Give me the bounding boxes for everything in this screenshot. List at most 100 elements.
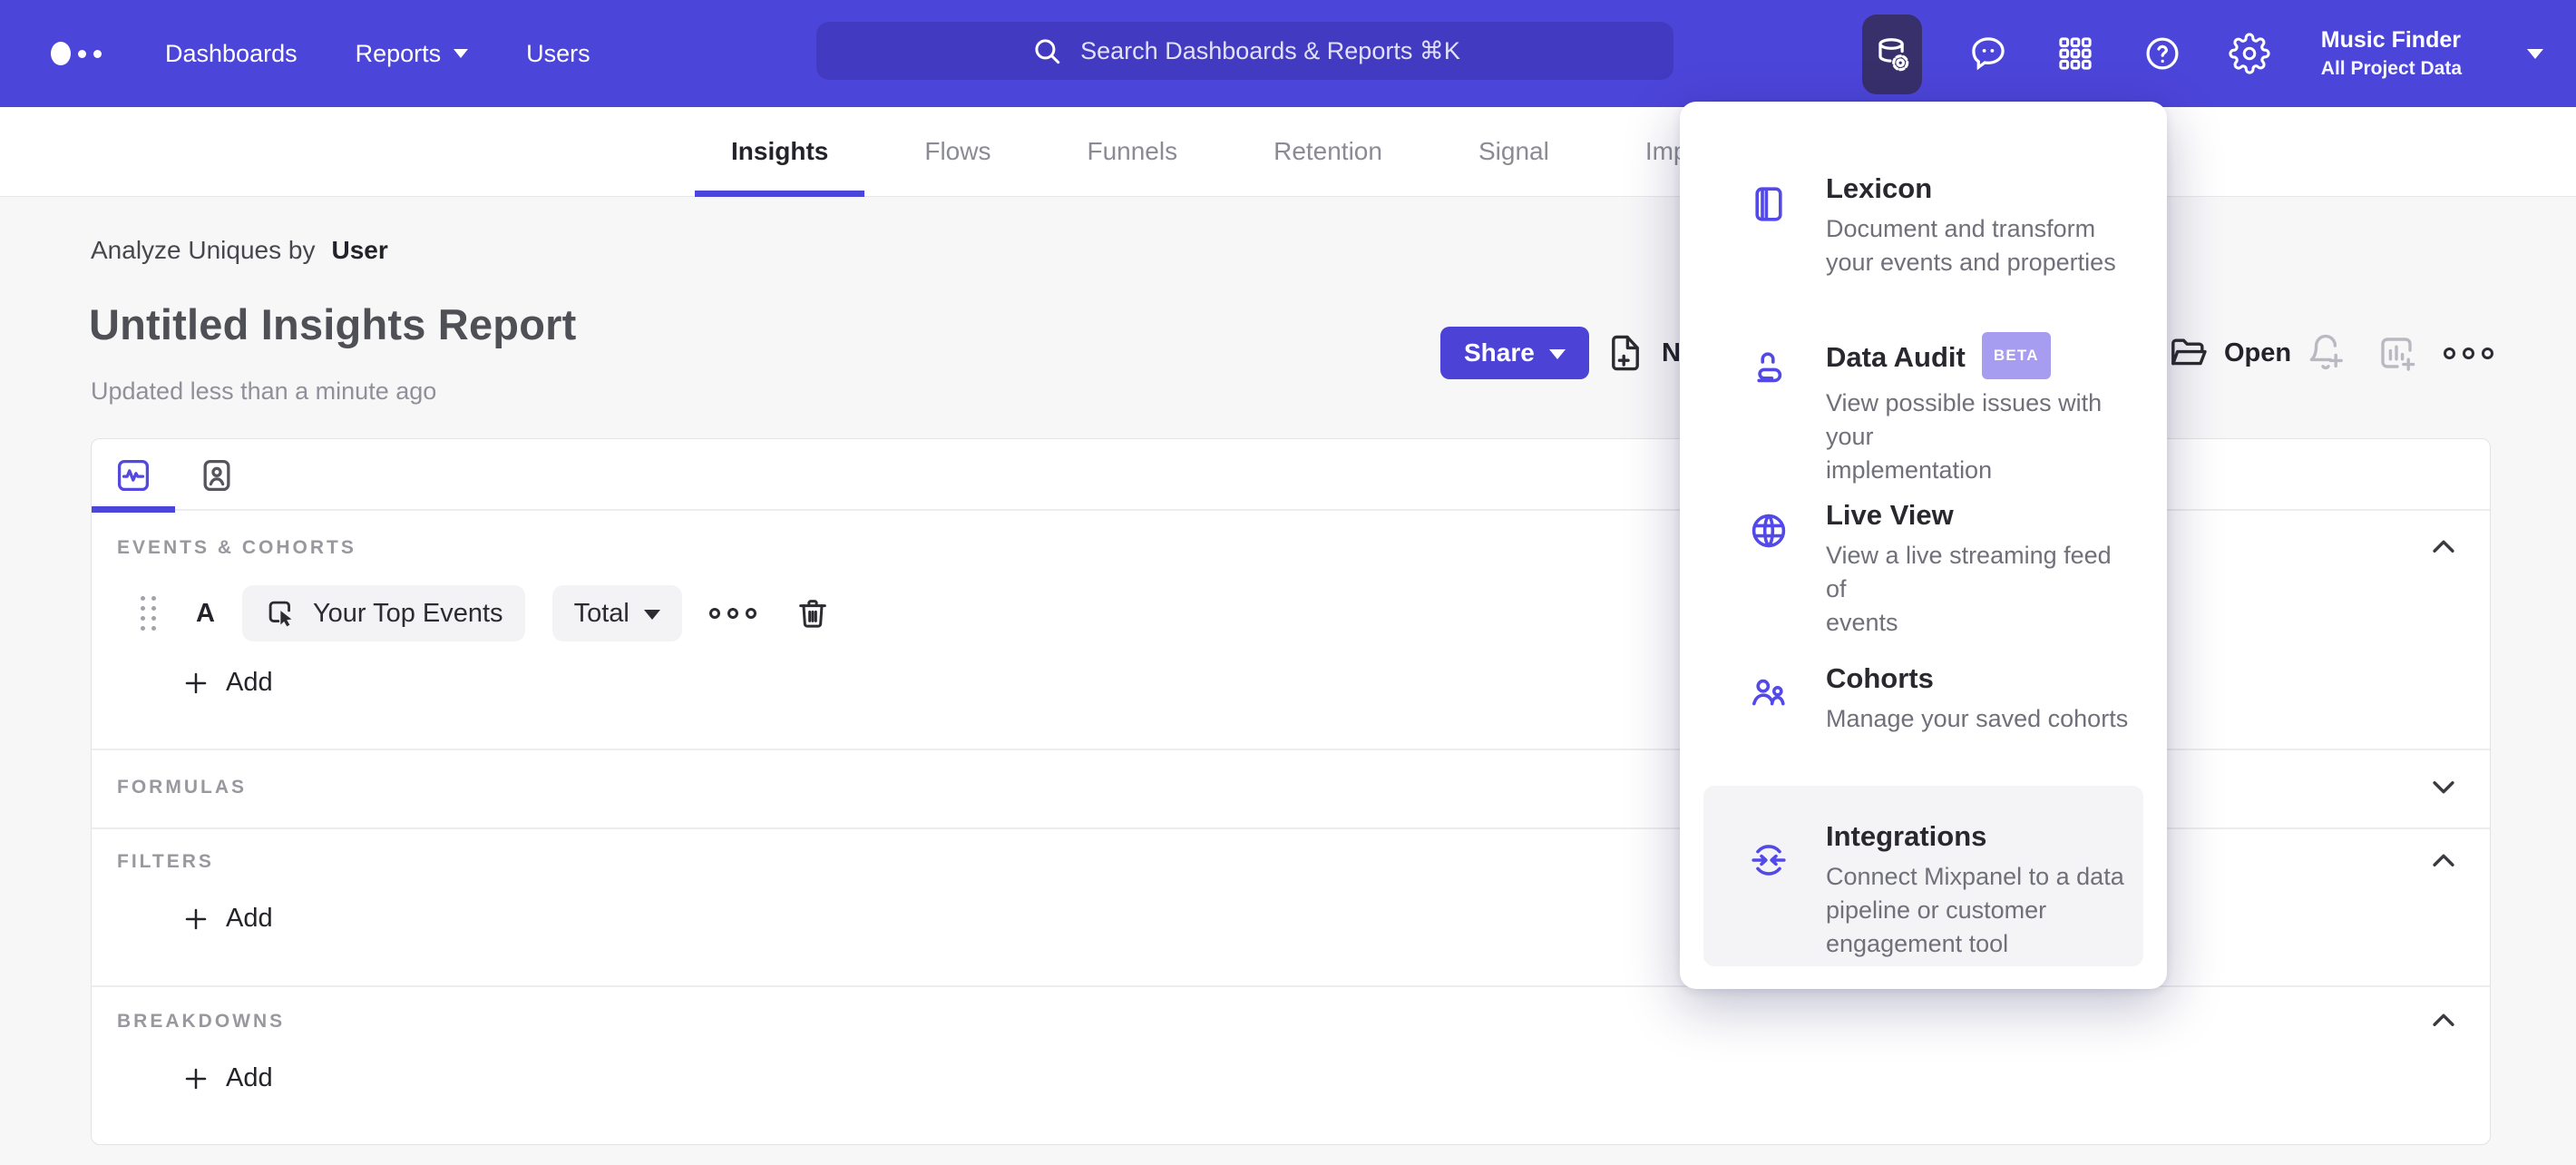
tab-insights[interactable]: Insights — [694, 107, 865, 197]
menu-item-desc: Connect Mixpanel to a data pipeline or c… — [1826, 863, 2124, 957]
bell-plus-icon — [2309, 334, 2343, 370]
beta-badge: BETA — [1981, 332, 2051, 379]
menu-item-data-audit[interactable]: Data Audit BETA View possible issues wit… — [1703, 323, 2143, 484]
open-label: Open — [2224, 338, 2292, 367]
pulse-chart-icon — [117, 459, 150, 491]
chevron-down-icon — [1548, 349, 1566, 359]
open-report-button[interactable]: Open — [2166, 327, 2291, 379]
tab-flows[interactable]: Flows — [919, 107, 996, 197]
chevron-down-icon — [643, 610, 660, 620]
menu-item-desc: Manage your saved cohorts — [1826, 705, 2129, 732]
analyze-label: Analyze Uniques by — [91, 236, 316, 264]
database-gear-icon — [1878, 38, 1909, 72]
event-click-icon — [268, 601, 292, 627]
drag-handle-icon[interactable] — [141, 596, 156, 631]
share-button[interactable]: Share — [1440, 327, 1589, 379]
add-label: Add — [226, 668, 273, 697]
event-row-more-button[interactable] — [708, 608, 756, 619]
events-cohorts-header: EVENTS & COHORTS — [117, 537, 356, 558]
menu-item-title: Live View — [1826, 499, 1954, 531]
add-event-button[interactable]: Add — [182, 668, 273, 698]
logo-dot-small — [78, 49, 86, 58]
menu-item-title: Lexicon — [1826, 172, 1933, 204]
add-label: Add — [226, 1063, 273, 1092]
plus-icon — [185, 672, 207, 693]
add-to-board-button[interactable] — [2375, 327, 2418, 379]
breakdowns-header: BREAKDOWNS — [117, 1011, 286, 1032]
data-management-dropdown: Lexicon Document and transform your even… — [1680, 102, 2167, 989]
apps-grid-icon[interactable] — [2054, 33, 2096, 74]
nav-item-label: Users — [526, 39, 590, 67]
aggregation-value: Total — [573, 598, 629, 628]
tab-metrics-view[interactable] — [92, 439, 175, 513]
menu-item-live-view[interactable]: Live View View a live streaming feed of … — [1703, 486, 2143, 646]
chevron-up-icon[interactable] — [2428, 846, 2459, 876]
project-scope: All Project Data — [2320, 58, 2462, 80]
tab-label: Funnels — [1087, 137, 1178, 165]
feedback-bubble-icon[interactable] — [1967, 33, 2009, 74]
logo-dot-small — [93, 49, 102, 58]
tab-funnels[interactable]: Funnels — [1081, 107, 1183, 197]
menu-item-desc: View a live streaming feed of events — [1826, 542, 2112, 636]
tab-retention[interactable]: Retention — [1268, 107, 1388, 197]
chevron-up-icon[interactable] — [2428, 532, 2459, 563]
tab-label: Flows — [924, 137, 991, 165]
nav-item-label: Reports — [355, 39, 442, 67]
integrations-sync-icon — [1751, 845, 1786, 876]
profile-card-icon — [203, 459, 230, 491]
nav-item-reports[interactable]: Reports — [356, 40, 469, 68]
nav-item-label: Dashboards — [165, 39, 298, 67]
menu-item-cohorts[interactable]: Cohorts Manage your saved cohorts — [1703, 650, 2143, 786]
more-options-button[interactable] — [2444, 327, 2493, 379]
top-nav: Dashboards Reports Users Search Dashboar… — [0, 0, 2576, 107]
updated-timestamp: Updated less than a minute ago — [91, 377, 437, 405]
analyze-by-row: Analyze Uniques by User — [91, 236, 388, 265]
menu-item-lexicon[interactable]: Lexicon Document and transform your even… — [1703, 160, 2143, 319]
file-plus-icon — [1612, 335, 1639, 371]
report-tabbar: Insights Flows Funnels Retention Signal … — [0, 107, 2576, 197]
logo-dot-large — [51, 42, 71, 65]
tab-label: Insights — [731, 137, 829, 165]
project-name: Music Finder — [2320, 27, 2461, 54]
event-name: Your Top Events — [312, 598, 503, 628]
chevron-up-icon[interactable] — [2428, 1005, 2459, 1036]
chevron-down-icon[interactable] — [2428, 771, 2459, 802]
menu-item-title: Data Audit — [1826, 341, 1966, 373]
search-input[interactable]: Search Dashboards & Reports ⌘K — [816, 22, 1673, 80]
nav-item-users[interactable]: Users — [526, 40, 590, 68]
create-alert-button[interactable] — [2304, 327, 2347, 379]
menu-item-desc: View possible issues with your implement… — [1826, 389, 2103, 484]
search-placeholder: Search Dashboards & Reports ⌘K — [1080, 36, 1460, 64]
folder-open-icon — [2171, 338, 2207, 366]
chevron-down-icon[interactable] — [2527, 48, 2543, 59]
event-row-letter: A — [196, 598, 215, 628]
tab-label: Signal — [1478, 137, 1549, 165]
settings-gear-icon[interactable] — [2229, 33, 2270, 74]
nav-item-dashboards[interactable]: Dashboards — [165, 40, 298, 68]
live-view-globe-icon — [1751, 514, 1786, 548]
search-icon — [1035, 39, 1060, 64]
event-selector[interactable]: Your Top Events — [241, 585, 525, 641]
help-icon[interactable] — [2142, 33, 2183, 74]
project-selector[interactable]: Music Finder All Project Data — [2321, 26, 2462, 80]
ellipsis-icon — [2444, 347, 2493, 359]
aggregation-selector[interactable]: Total — [551, 585, 682, 641]
event-row-a: A Your Top Events Total — [117, 584, 831, 642]
trash-icon[interactable] — [795, 595, 831, 631]
analyze-entity-selector[interactable]: User — [331, 236, 387, 265]
tab-profiles-view[interactable] — [175, 439, 259, 511]
menu-item-title: Cohorts — [1826, 662, 1934, 694]
report-toolbar: Share New Open — [0, 327, 2576, 379]
menu-item-title: Integrations — [1826, 820, 1987, 852]
mixpanel-logo[interactable] — [51, 42, 102, 65]
menu-item-integrations[interactable]: Integrations Connect Mixpanel to a data … — [1703, 786, 2143, 966]
tab-signal[interactable]: Signal — [1473, 107, 1555, 197]
data-management-button[interactable] — [1861, 15, 1922, 94]
add-filter-button[interactable]: Add — [182, 904, 273, 934]
add-label: Add — [226, 904, 273, 933]
cohorts-people-icon — [1752, 679, 1785, 706]
chevron-down-icon — [454, 49, 469, 58]
data-audit-lock-icon — [1757, 352, 1782, 383]
tab-label: Retention — [1273, 137, 1382, 165]
add-breakdown-button[interactable]: Add — [182, 1063, 273, 1093]
